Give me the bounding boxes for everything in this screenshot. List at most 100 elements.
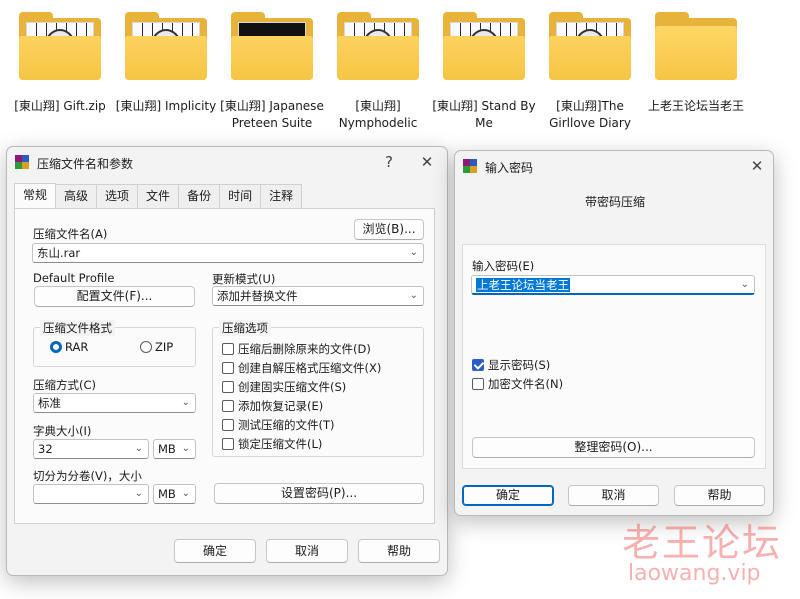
format-zip-radio[interactable]: ZIP <box>140 340 173 354</box>
update-mode-select[interactable]: 添加并替换文件 ⌄ <box>212 286 424 306</box>
folder-item[interactable]: [東山翔] Nymphodelic <box>326 12 430 132</box>
winrar-icon <box>463 159 478 174</box>
winrar-icon <box>15 155 30 170</box>
password-label: 输入密码(E) <box>472 259 535 273</box>
folder-icon <box>125 12 207 80</box>
default-profile-label: Default Profile <box>33 271 115 285</box>
close-icon[interactable]: ✕ <box>415 151 439 173</box>
dialog-titlebar: 输入密码 ✕ <box>455 151 773 183</box>
ok-button[interactable]: 确定 <box>174 539 256 563</box>
option-label: 测试压缩的文件(T) <box>238 418 335 432</box>
encrypt-filenames-checkbox[interactable]: 加密文件名(N) <box>472 376 563 392</box>
chevron-down-icon: ⌄ <box>740 279 749 290</box>
tab-options[interactable]: 选项 <box>96 184 139 208</box>
cancel-button[interactable]: 取消 <box>266 539 348 563</box>
folder-icon <box>443 12 525 80</box>
radio-selected-icon <box>50 341 62 353</box>
option-label: 创建固实压缩文件(S) <box>238 380 347 394</box>
folder-item[interactable]: [東山翔] Japanese Preteen Suite <box>220 12 324 132</box>
dictionary-unit-select[interactable]: MB ⌄ <box>153 439 196 459</box>
close-icon[interactable]: ✕ <box>745 155 769 177</box>
tab-advanced[interactable]: 高级 <box>55 184 98 208</box>
compression-method-label: 压缩方式(C) <box>33 378 97 392</box>
archive-name-combo[interactable]: 东山.rar ⌄ <box>32 243 424 263</box>
dictionary-unit-value: MB <box>158 442 176 456</box>
chevron-down-icon: ⌄ <box>409 290 418 301</box>
option-label: 添加恢复记录(E) <box>238 399 324 413</box>
update-mode-value: 添加并替换文件 <box>217 289 298 303</box>
archive-format-title: 压缩文件格式 <box>40 320 115 336</box>
split-volumes-select[interactable]: ⌄ <box>33 484 149 504</box>
tab-general[interactable]: 常规 <box>14 183 57 208</box>
option-sfx-checkbox[interactable]: 创建自解压格式压缩文件(X) <box>222 360 381 376</box>
checkbox-icon <box>222 381 234 393</box>
radio-icon <box>140 341 152 353</box>
browse-button[interactable]: 浏览(B)... <box>354 219 424 240</box>
profiles-button[interactable]: 配置文件(F)... <box>34 286 195 307</box>
show-password-label: 显示密码(S) <box>488 358 551 372</box>
checkbox-icon <box>222 438 234 450</box>
dictionary-size-select[interactable]: 32 ⌄ <box>33 439 149 459</box>
tab-comment[interactable]: 注释 <box>260 184 303 208</box>
organize-passwords-button[interactable]: 整理密码(O)... <box>472 437 755 458</box>
folder-icon <box>231 12 313 80</box>
password-dialog-header: 带密码压缩 <box>585 195 646 209</box>
cancel-button[interactable]: 取消 <box>568 485 659 506</box>
folder-label: [東山翔] Gift.zip <box>14 99 106 113</box>
option-solid-checkbox[interactable]: 创建固实压缩文件(S) <box>222 379 346 395</box>
option-test-checkbox[interactable]: 测试压缩的文件(T) <box>222 417 335 433</box>
format-rar-radio[interactable]: RAR <box>50 340 88 354</box>
folder-icon <box>549 12 631 80</box>
show-password-checkbox[interactable]: 显示密码(S) <box>472 357 550 373</box>
option-lock-checkbox[interactable]: 锁定压缩文件(L) <box>222 436 322 452</box>
option-label: 创建自解压格式压缩文件(X) <box>238 361 382 375</box>
option-label: 压缩后删除原来的文件(D) <box>238 342 371 356</box>
chevron-down-icon: ⌄ <box>409 247 418 258</box>
archive-name-label: 压缩文件名(A) <box>33 227 108 241</box>
folder-icon <box>19 12 101 80</box>
checkbox-icon <box>222 419 234 431</box>
folder-item[interactable]: 上老王论坛当老王 <box>644 12 748 115</box>
compression-method-select[interactable]: 标准 ⌄ <box>33 393 196 413</box>
password-value: 上老王论坛当老王 <box>476 278 570 292</box>
watermark-url: laowang.vip <box>628 561 761 586</box>
folder-label: [東山翔] Japanese Preteen Suite <box>220 99 324 130</box>
checkbox-icon <box>472 378 484 390</box>
dialog-title: 压缩文件名和参数 <box>37 157 134 171</box>
desktop-folder-row: [東山翔] Gift.zip [東山翔] Implicity [東山翔] Jap… <box>0 0 800 148</box>
folder-item[interactable]: [東山翔] Implicity <box>114 12 218 115</box>
password-input[interactable]: 上老王论坛当老王 ⌄ <box>471 275 755 295</box>
chevron-down-icon: ⌄ <box>181 443 190 454</box>
compression-method-value: 标准 <box>38 396 61 410</box>
folder-label: [東山翔] Implicity <box>115 99 217 113</box>
chevron-down-icon: ⌄ <box>181 397 190 408</box>
checkbox-icon <box>222 343 234 355</box>
checkbox-checked-icon <box>472 359 484 371</box>
tab-strip: 常规 高级 选项 文件 备份 时间 注释 <box>14 183 303 208</box>
set-password-button[interactable]: 设置密码(P)... <box>214 483 424 504</box>
chevron-down-icon: ⌄ <box>134 488 143 499</box>
help-button[interactable]: 帮助 <box>358 539 440 563</box>
compression-options-title: 压缩选项 <box>219 320 271 336</box>
folder-label: [東山翔] Stand By Me <box>432 99 536 130</box>
folder-item[interactable]: [東山翔] Stand By Me <box>432 12 536 132</box>
tab-time[interactable]: 时间 <box>219 184 262 208</box>
watermark-text: 老王论坛 <box>622 521 783 565</box>
folder-label: [東山翔]The Girllove Diary <box>549 99 631 130</box>
dictionary-size-value: 32 <box>38 442 53 456</box>
dialog-titlebar: 压缩文件名和参数 ? ✕ <box>7 147 447 179</box>
tab-backup[interactable]: 备份 <box>178 184 221 208</box>
option-label: 锁定压缩文件(L) <box>238 437 323 451</box>
option-recovery-checkbox[interactable]: 添加恢复记录(E) <box>222 398 323 414</box>
option-delete-after-checkbox[interactable]: 压缩后删除原来的文件(D) <box>222 341 371 357</box>
tab-files[interactable]: 文件 <box>137 184 180 208</box>
archive-name-value: 东山.rar <box>37 246 81 260</box>
ok-button[interactable]: 确定 <box>462 485 554 506</box>
folder-item[interactable]: [東山翔]The Girllove Diary <box>538 12 642 132</box>
help-button[interactable]: 帮助 <box>674 485 765 506</box>
help-icon[interactable]: ? <box>377 151 401 173</box>
split-unit-value: MB <box>158 487 176 501</box>
folder-item[interactable]: [東山翔] Gift.zip <box>8 12 112 115</box>
split-unit-select[interactable]: MB ⌄ <box>153 484 196 504</box>
format-rar-label: RAR <box>65 340 89 354</box>
